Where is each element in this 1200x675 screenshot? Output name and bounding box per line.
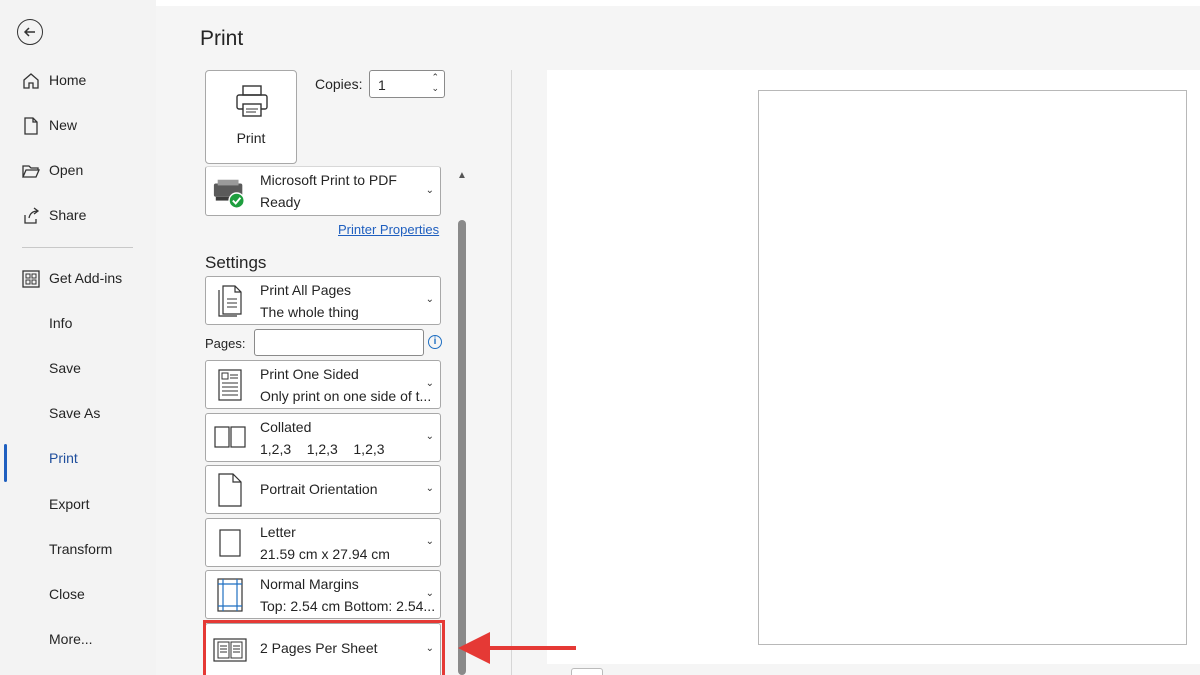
chevron-down-icon: ⌄ [425, 588, 434, 599]
print-button-label: Print [236, 130, 266, 146]
nav-item-info[interactable]: Info [0, 305, 156, 341]
nav-item-save[interactable]: Save [0, 350, 156, 386]
chevron-down-icon: ⌄ [425, 483, 434, 494]
print-button[interactable]: Print [205, 70, 297, 164]
back-button[interactable] [17, 19, 43, 45]
preview-page [758, 90, 1187, 645]
nav-item-export[interactable]: Export [0, 486, 156, 522]
nav-divider [22, 247, 133, 248]
share-icon [21, 206, 41, 226]
collation-desc: 1,2,3 1,2,3 1,2,3 [260, 441, 385, 457]
back-arrow-icon [23, 27, 35, 37]
nav-item-transform[interactable]: Transform [0, 531, 156, 567]
nav-label: Export [49, 496, 90, 512]
print-range-select[interactable]: Print All Pages The whole thing ⌄ [205, 276, 441, 325]
sides-desc: Only print on one side of t... [260, 388, 432, 404]
copies-value: 1 [378, 77, 386, 93]
top-strip [156, 0, 1200, 6]
nav-item-more[interactable]: More... [0, 621, 156, 657]
nav-item-home[interactable]: Home [0, 62, 156, 98]
print-range-desc: The whole thing [260, 304, 359, 320]
page-number-input[interactable] [571, 668, 603, 675]
nav-item-close[interactable]: Close [0, 576, 156, 612]
collation-select[interactable]: Collated 1,2,3 1,2,3 1,2,3 ⌄ [205, 413, 441, 462]
settings-heading: Settings [205, 253, 267, 272]
nav-label: Info [49, 315, 73, 331]
nav-item-share[interactable]: Share [0, 197, 156, 233]
nav-item-get-add-ins[interactable]: Get Add-ins [0, 260, 156, 296]
page-title: Print [200, 27, 244, 50]
nav-item-new[interactable]: New [0, 107, 156, 143]
nav-label: Transform [49, 541, 113, 557]
highlight-box [203, 620, 445, 675]
printer-icon [234, 83, 270, 122]
settings-scrollbar[interactable]: ▲ [455, 166, 469, 675]
chevron-up-icon[interactable]: ⌃ [431, 72, 439, 83]
paper-size-desc: 21.59 cm x 27.94 cm [260, 546, 390, 562]
info-icon[interactable]: i [428, 335, 442, 349]
preview-footer [547, 664, 1200, 675]
nav-label: Home [49, 72, 87, 88]
pages-document-icon [212, 283, 248, 319]
orientation-title: Portrait Orientation [260, 481, 378, 497]
pages-label: Pages: [205, 336, 246, 351]
home-icon [21, 71, 41, 91]
nav-label: Save [49, 360, 81, 376]
copies-stepper[interactable]: 1 ⌃ ⌄ [369, 70, 445, 98]
nav-label: Print [49, 450, 78, 466]
portrait-page-icon [212, 472, 248, 508]
nav-label: Get Add-ins [49, 270, 123, 286]
chevron-down-icon: ⌄ [425, 431, 434, 442]
backstage-nav: Home New Open Share Get Add-ins Info Sav… [0, 0, 156, 675]
nav-label: More... [49, 631, 93, 647]
red-arrow-annotation [458, 632, 576, 664]
printer-name: Microsoft Print to PDF [260, 172, 397, 188]
sides-select[interactable]: Print One Sided Only print on one side o… [205, 360, 441, 409]
margins-title: Normal Margins [260, 576, 359, 592]
chevron-down-icon: ⌄ [425, 378, 434, 389]
folder-open-icon [21, 161, 41, 181]
nav-label: New [49, 117, 78, 133]
margins-select[interactable]: Normal Margins Top: 2.54 cm Bottom: 2.54… [205, 570, 441, 619]
add-ins-icon [21, 269, 41, 289]
new-document-icon [21, 116, 41, 136]
chevron-down-icon[interactable]: ⌄ [431, 83, 439, 94]
nav-label: Save As [49, 405, 101, 421]
collated-icon [212, 420, 248, 456]
copies-label: Copies: [315, 76, 363, 92]
chevron-down-icon: ⌄ [425, 185, 434, 196]
nav-item-save-as[interactable]: Save As [0, 395, 156, 431]
orientation-select[interactable]: Portrait Orientation ⌄ [205, 465, 441, 514]
scrollbar-thumb[interactable] [458, 220, 466, 675]
chevron-down-icon: ⌄ [425, 294, 434, 305]
printer-status: Ready [260, 194, 301, 210]
printer-ready-icon [212, 175, 248, 211]
collation-title: Collated [260, 419, 312, 435]
one-sided-icon [212, 367, 248, 403]
margins-desc: Top: 2.54 cm Bottom: 2.54... [260, 598, 436, 614]
nav-label: Open [49, 162, 84, 178]
margins-icon [212, 577, 248, 613]
nav-item-print[interactable]: Print [0, 440, 156, 482]
chevron-down-icon: ⌄ [425, 536, 434, 547]
paper-size-title: Letter [260, 524, 296, 540]
nav-label: Share [49, 207, 87, 223]
active-indicator [4, 444, 7, 482]
print-range-title: Print All Pages [260, 282, 352, 298]
nav-label: Close [49, 586, 85, 602]
sides-title: Print One Sided [260, 366, 359, 382]
pane-divider [511, 70, 512, 675]
printer-properties-link[interactable]: Printer Properties [338, 222, 439, 237]
paper-size-icon [212, 525, 248, 561]
printer-select[interactable]: Microsoft Print to PDF Ready ⌄ [205, 166, 441, 216]
paper-size-select[interactable]: Letter 21.59 cm x 27.94 cm ⌄ [205, 518, 441, 567]
nav-item-open[interactable]: Open [0, 152, 156, 188]
pages-input[interactable] [254, 329, 424, 356]
scroll-up-arrow-icon[interactable]: ▲ [457, 170, 467, 181]
